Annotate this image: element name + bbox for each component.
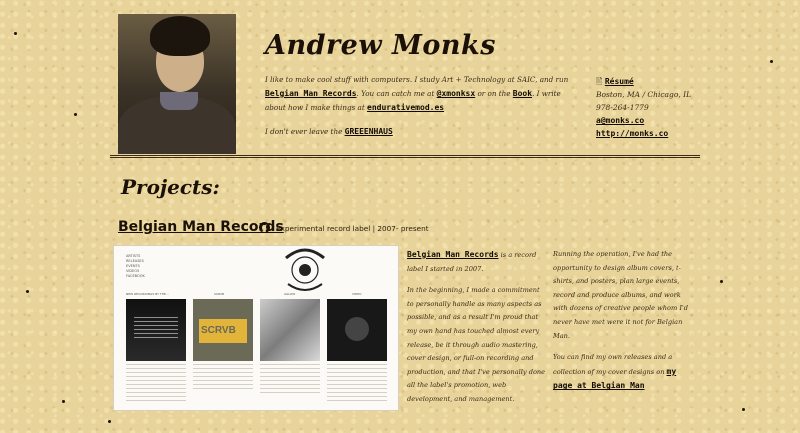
preview-nav-item: FACEBOOK <box>126 274 145 278</box>
bio-text: . You can catch me at <box>356 89 437 98</box>
preview-album-tile <box>260 299 320 361</box>
page-title: Andrew Monks <box>265 30 496 61</box>
background-speck <box>108 420 111 423</box>
background-speck <box>26 290 29 293</box>
profile-photo <box>118 14 236 154</box>
document-icon: 🖹 <box>596 77 603 86</box>
bio-paragraph: I like to make cool stuff with computers… <box>265 73 575 115</box>
book-link[interactable]: Book <box>513 89 532 98</box>
preview-album-tile: SCRVB <box>193 299 253 361</box>
preview-text-block <box>126 364 186 404</box>
belgian-man-link[interactable]: Belgian Man Records <box>265 89 357 98</box>
project-description-column: Belgian Man Records is a record label I … <box>407 248 547 407</box>
resume-link[interactable]: Résumé <box>605 77 634 86</box>
description-paragraph: Running the operation, I've had the oppo… <box>553 250 688 340</box>
preview-caption: SCRVB <box>214 292 225 296</box>
preview-nav: ARTISTS RELEASES EVENTS VIDEOS FACEBOOK <box>126 254 145 279</box>
location-text: Boston, MA / Chicago, IL <box>596 90 692 99</box>
bio-text: I like to make cool stuff with computers… <box>265 75 569 84</box>
project-screenshot[interactable]: ARTISTS RELEASES EVENTS VIDEOS FACEBOOK … <box>113 245 399 411</box>
description-paragraph: Belgian Man Records is a record label I … <box>407 248 547 276</box>
website-link[interactable]: http://monks.co <box>596 129 668 138</box>
background-speck <box>770 60 773 63</box>
greenhaus-paragraph: I don't ever leave the GREEENHAUS <box>265 125 575 139</box>
background-speck <box>742 408 745 411</box>
preview-caption: AGLOW <box>284 292 296 296</box>
bio-text: I don't ever leave the <box>265 127 345 136</box>
projects-heading: Projects: <box>121 175 220 199</box>
background-speck <box>74 113 77 116</box>
github-icon[interactable] <box>259 222 270 233</box>
preview-tile-text: SCRVB <box>201 325 236 336</box>
preview-caption: NEW RECORDINGS BY THE... <box>126 292 169 296</box>
header-divider <box>110 155 700 158</box>
blog-link[interactable]: endurativemod.es <box>367 103 444 112</box>
preview-caption: VIDEO <box>352 292 362 296</box>
preview-text-block <box>327 364 387 404</box>
twitter-handle-link[interactable]: @xmonksx <box>437 89 476 98</box>
project-description: Experimental record label | 2007- presen… <box>276 224 429 233</box>
description-text: You can find my own releases and a colle… <box>553 353 673 376</box>
preview-text-block <box>260 364 320 394</box>
belgian-man-logo <box>285 248 325 291</box>
description-paragraph: You can find my own releases and a colle… <box>553 351 693 394</box>
bio-text: or on the <box>475 89 513 98</box>
background-speck <box>720 280 723 283</box>
description-paragraph: In the beginning, I made a commitment to… <box>407 286 546 403</box>
project-description-column: Running the operation, I've had the oppo… <box>553 248 693 394</box>
background-speck <box>14 32 17 35</box>
background-speck <box>62 400 65 403</box>
preview-text-block <box>193 364 253 392</box>
belgian-man-link[interactable]: Belgian Man Records <box>407 250 499 259</box>
preview-video-tile <box>327 299 387 361</box>
phone-text: 978-264-1779 <box>596 103 649 112</box>
contact-info: 🖹 Résumé Boston, MA / Chicago, IL 978-26… <box>596 75 776 140</box>
email-link[interactable]: a@monks.co <box>596 116 644 125</box>
preview-album-tile <box>126 299 186 361</box>
greenhaus-link[interactable]: GREEENHAUS <box>345 127 393 136</box>
